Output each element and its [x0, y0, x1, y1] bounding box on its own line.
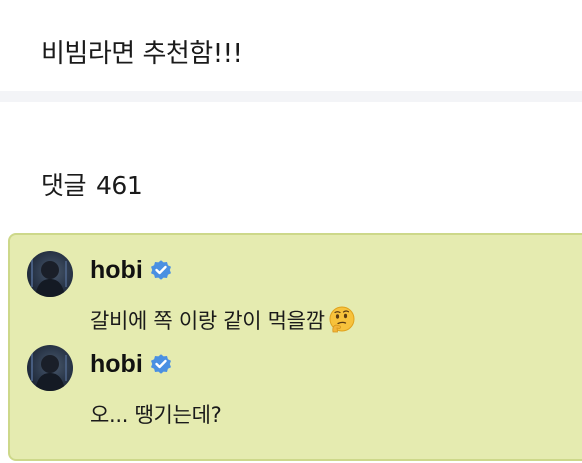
avatar[interactable] — [27, 345, 73, 391]
comment-author-row: hobi — [90, 255, 173, 285]
verified-badge-icon — [149, 352, 173, 376]
comment-text: 오... 땡기는데? — [90, 399, 222, 429]
avatar-image — [31, 351, 67, 391]
comment-body: 갈비에 쪽 이랑 같이 먹을깜 — [90, 309, 325, 333]
thinking-face-icon — [327, 305, 357, 335]
verified-badge-icon — [149, 258, 173, 282]
comments-label: 댓글 — [41, 171, 87, 200]
username[interactable]: hobi — [90, 256, 143, 285]
comments-header: 댓글 461 — [41, 166, 143, 202]
avatar-image — [31, 257, 67, 297]
comment-body: 오... 땡기는데? — [90, 403, 222, 427]
section-divider — [0, 91, 582, 102]
avatar[interactable] — [27, 251, 73, 297]
username[interactable]: hobi — [90, 350, 143, 379]
comments-count: 461 — [96, 171, 143, 200]
comment-text: 갈비에 쪽 이랑 같이 먹을깜 — [90, 305, 357, 335]
comment-author-row: hobi — [90, 349, 173, 379]
post-text: 비빔라면 추천함!!! — [41, 39, 243, 69]
highlighted-comment-thread: hobi 갈비에 쪽 이랑 같이 먹을깜 hobi 오... 땡기는데? — [8, 233, 582, 461]
